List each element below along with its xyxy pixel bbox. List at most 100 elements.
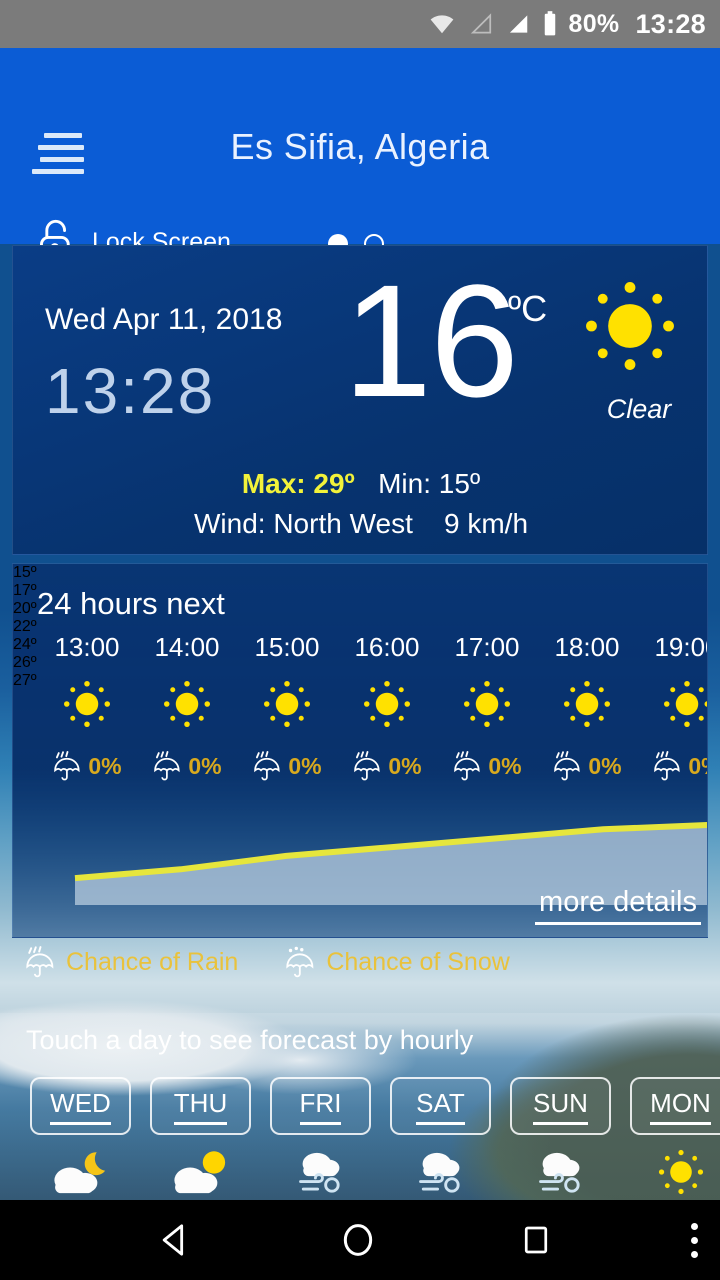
day-button-wed[interactable]: WED [30,1077,131,1135]
hour-weather-icon [137,679,237,734]
recents-square-icon[interactable] [518,1220,554,1260]
hour-time: 18:00 [554,632,620,662]
day-button-label: MON [650,1088,711,1125]
more-details-link[interactable]: more details [535,886,701,925]
hour-precipitation: 0% [237,750,337,782]
hour-precipitation: 0% [537,750,637,782]
current-date: Wed Apr 11, 2018 [45,303,283,336]
hour-column[interactable]: 17:00 0% [437,632,537,782]
max-label: Max: [241,468,306,499]
umbrella-rain-icon [354,751,380,781]
day-weather-icon [270,1146,371,1198]
sun-icon [564,681,610,727]
daily-forecast-panel: Touch a day to see forecast by hourly WE… [0,1013,720,1200]
hour-time: 19:00 [654,632,707,662]
back-triangle-icon[interactable] [155,1220,195,1260]
legend-item-rain: Chance of Rain [24,945,238,979]
hour-precipitation: 0% [337,750,437,782]
overflow-menu-icon[interactable] [691,1222,698,1258]
sun-icon [658,1149,703,1195]
hour-weather-icon [537,679,637,734]
current-weather-card[interactable]: Wed Apr 11, 2018 13:28 16 ºC Clear Max: … [12,245,708,555]
chart-point-label: 15º [13,564,37,581]
sun-icon [464,681,510,727]
umbrella-snow-icon [286,946,314,978]
day-buttons[interactable]: WED THU FRI SAT SUN MON [30,1077,720,1135]
min-max-row: Max: 29º Min: 15º [13,468,709,500]
hour-column[interactable]: 13:00 0% [37,632,137,782]
sun-icon [664,681,707,727]
hour-precipitation: 0% [637,750,707,782]
day-weather-icon [630,1146,720,1198]
day-weather-icon [30,1146,131,1198]
signal-empty-icon [470,13,491,34]
home-circle-icon[interactable] [338,1220,378,1260]
current-time: 13:28 [45,355,216,427]
day-weather-icon [510,1146,611,1198]
hour-pop-value: 0% [88,752,122,779]
day-button-thu[interactable]: THU [150,1077,251,1135]
wind-direction: North West [273,508,413,539]
status-clock: 13:28 [635,8,706,39]
cloud-wind-icon [298,1152,340,1193]
hour-pop-value: 0% [188,752,222,779]
cloud-wind-icon [418,1152,460,1193]
hour-pop-value: 0% [388,752,422,779]
hour-pop-value: 0% [488,752,522,779]
signal-full-icon [509,15,527,33]
day-button-fri[interactable]: FRI [270,1077,371,1135]
status-bar: 80% 13:28 [0,0,720,48]
hour-time: 13:00 [54,632,120,662]
sun-icon [164,681,210,727]
hour-column[interactable]: 19:00 0% [637,632,707,782]
sun-icon [586,282,674,370]
umbrella-rain-icon [54,751,80,781]
hour-column[interactable]: 15:00 0% [237,632,337,782]
hour-weather-icon [237,679,337,734]
cloud-moon-icon [53,1152,105,1194]
cloud-sun-icon [173,1151,225,1194]
day-button-label: SUN [533,1088,588,1125]
hour-weather-icon [37,679,137,734]
hour-precipitation: 0% [137,750,237,782]
cloud-wind-icon [538,1152,580,1193]
wind-label: Wind: [193,508,266,539]
umbrella-rain-icon [254,751,280,781]
current-condition: Clear [606,394,672,424]
hour-precipitation: 0% [437,750,537,782]
day-weather-icon [390,1146,491,1198]
day-button-sat[interactable]: SAT [390,1077,491,1135]
day-button-label: WED [50,1088,111,1125]
hour-time: 15:00 [254,632,320,662]
hourly-title: 24 hours next [37,586,225,621]
hourly-forecast-card: 24 hours next 13:00 0% 14:00 0% 15:00 0%… [12,563,708,938]
hour-time: 14:00 [154,632,220,662]
hour-column[interactable]: 18:00 0% [537,632,637,782]
min-label: Min: [378,468,432,499]
hour-weather-icon [337,679,437,734]
legend-label-snow: Chance of Snow [326,947,510,976]
battery-icon [544,11,555,36]
hour-precipitation: 0% [37,750,137,782]
hour-column[interactable]: 14:00 0% [137,632,237,782]
hour-pop-value: 0% [288,752,322,779]
umbrella-rain-icon [554,751,580,781]
hour-column[interactable]: 16:00 0% [337,632,437,782]
day-button-label: SAT [416,1088,465,1125]
day-button-label: THU [173,1088,228,1125]
legend-item-snow: Chance of Snow [284,945,510,979]
hour-weather-icon [437,679,537,734]
temperature-unit: ºC [508,288,548,329]
hour-time: 16:00 [354,632,420,662]
hourly-strip[interactable]: 13:00 0% 14:00 0% 15:00 0% 16:00 0% 17:0… [37,632,707,782]
day-button-mon[interactable]: MON [630,1077,720,1135]
page-title: Es Sifia, Algeria [230,126,490,167]
day-button-sun[interactable]: SUN [510,1077,611,1135]
wind-speed: 9 km/h [443,508,529,539]
hour-pop-value: 0% [588,752,622,779]
umbrella-rain-icon [154,751,180,781]
day-button-label: FRI [299,1088,342,1125]
battery-percent: 80% [568,9,620,38]
wifi-icon [430,15,453,34]
day-icons [30,1146,720,1198]
